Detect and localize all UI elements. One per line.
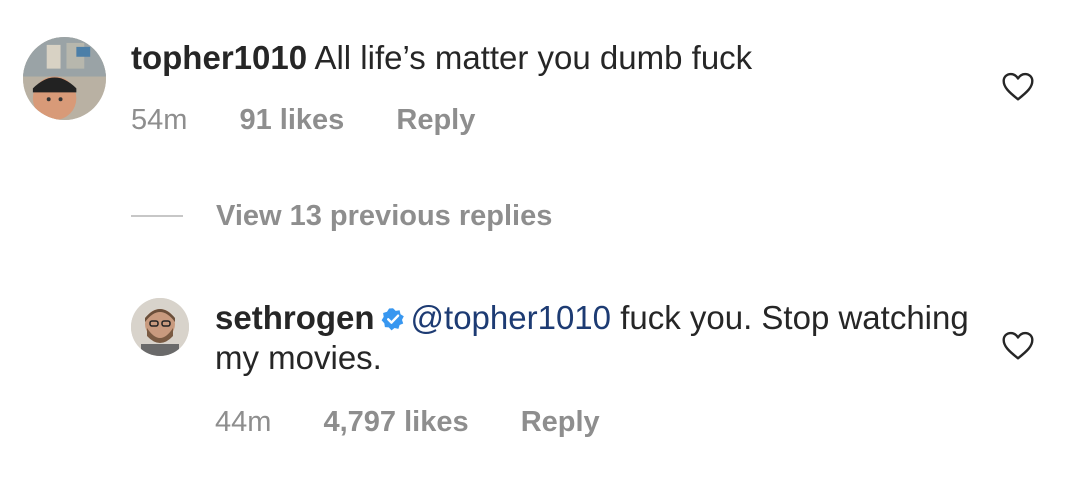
comment-likes[interactable]: 4,797 likes [323,406,468,438]
view-replies-label: View 13 previous replies [216,199,553,232]
comment-body: topher1010 All life’s matter you dumb fu… [131,38,951,78]
comment-username[interactable]: topher1010 [131,39,307,76]
comment-body: sethrogen @topher1010 fuck you. Stop watc… [215,298,975,378]
reply-button[interactable]: Reply [521,406,600,438]
reply-button[interactable]: Reply [396,104,475,136]
comment-meta: 54m 91 likes Reply [131,103,519,137]
avatar-sethrogen[interactable] [131,298,189,356]
comment-time[interactable]: 44m [215,406,271,438]
comment-text: All life’s matter you dumb fuck [314,39,753,76]
comment-meta: 44m 4,797 likes Reply [215,405,644,439]
avatar-image [23,37,106,120]
thread-divider-line [131,215,183,217]
heart-outline-icon[interactable] [1001,331,1035,361]
heart-outline-icon[interactable] [1001,72,1035,102]
view-previous-replies-button[interactable]: View 13 previous replies [131,199,552,233]
comment-username[interactable]: sethrogen [215,299,375,336]
comment-likes[interactable]: 91 likes [239,104,344,136]
mention-link[interactable]: @topher1010 [411,299,611,336]
comment-time[interactable]: 54m [131,104,187,136]
avatar-topher1010[interactable] [23,37,106,120]
verified-badge-icon [381,308,404,331]
avatar-image [131,298,189,356]
